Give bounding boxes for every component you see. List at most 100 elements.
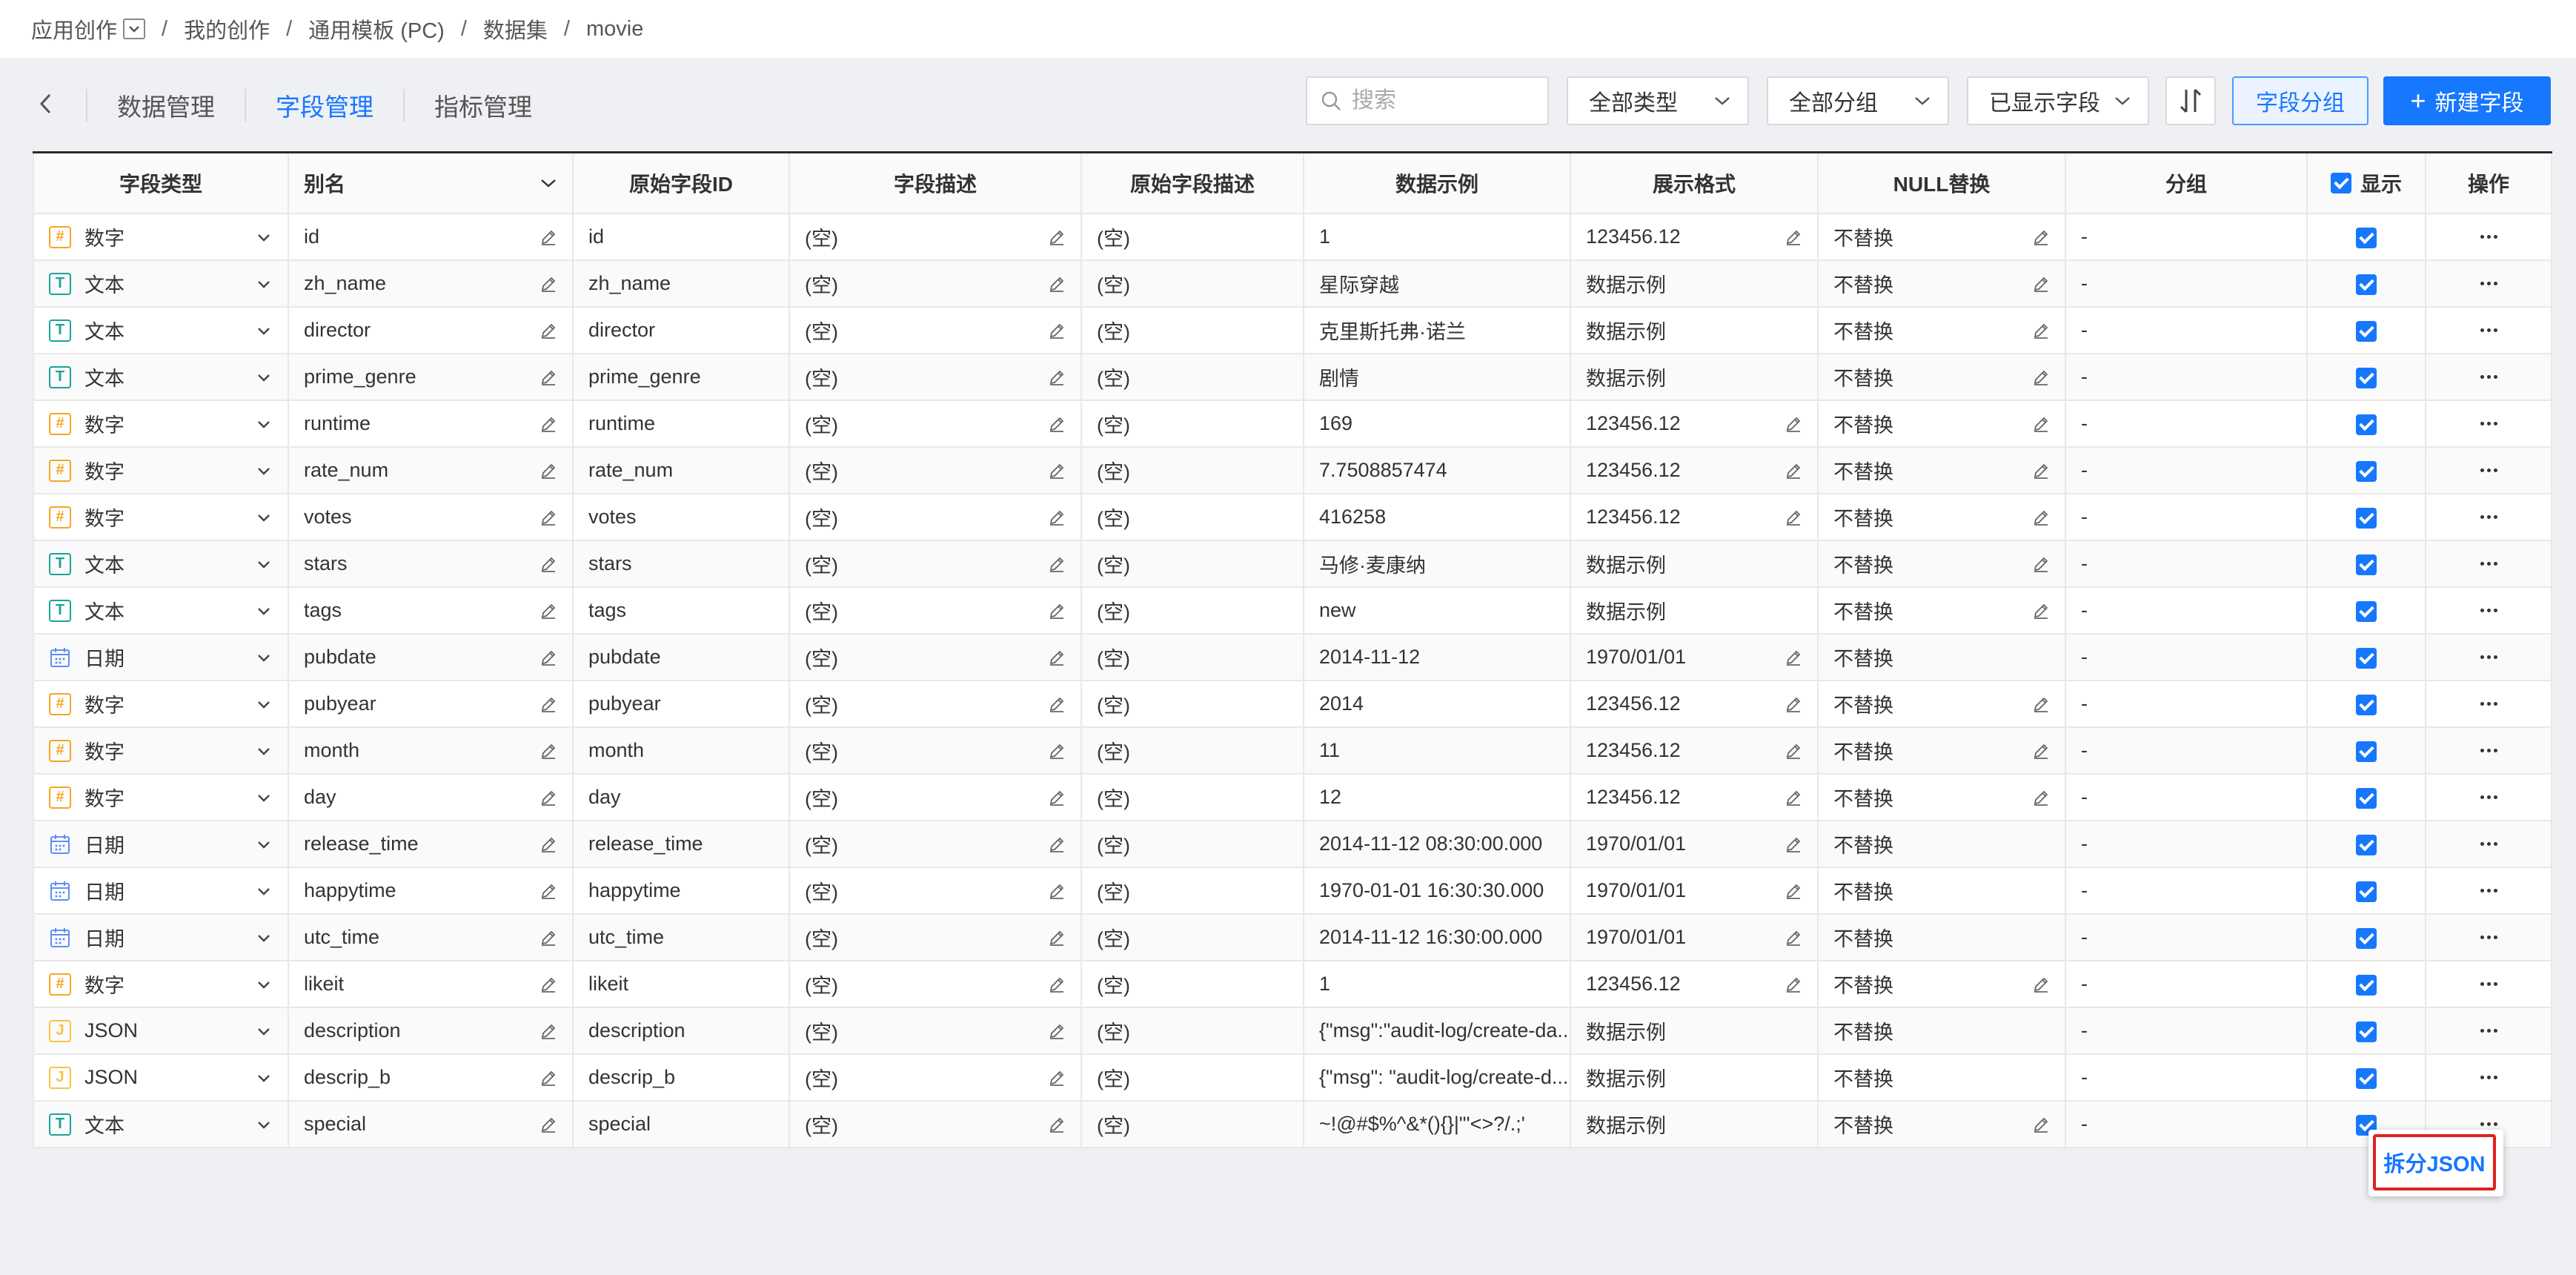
field-type-cell[interactable]: J JSON <box>33 1007 289 1055</box>
null-replace-cell[interactable]: 不替换 <box>1817 446 2066 494</box>
edit-pencil-icon[interactable] <box>1048 555 1066 573</box>
field-type-cell[interactable]: T 文本 <box>33 259 289 308</box>
field-type-cell[interactable]: T 文本 <box>33 306 289 354</box>
search-box[interactable] <box>1306 76 1549 125</box>
edit-pencil-icon[interactable] <box>540 228 557 246</box>
field-type-cell[interactable]: 日期 <box>33 867 289 915</box>
null-replace-cell[interactable]: 不替换 <box>1817 213 2066 261</box>
chevron-down-icon[interactable] <box>255 509 273 526</box>
chevron-down-icon[interactable] <box>255 322 273 340</box>
field-desc-cell[interactable]: (空) <box>789 867 1082 915</box>
edit-pencil-icon[interactable] <box>1048 275 1066 293</box>
edit-pencil-icon[interactable] <box>1048 368 1066 386</box>
edit-pencil-icon[interactable] <box>540 695 557 713</box>
more-icon[interactable] <box>2441 328 2536 332</box>
edit-pencil-icon[interactable] <box>1785 882 1802 900</box>
chevron-down-icon[interactable] <box>255 835 273 853</box>
field-desc-cell[interactable]: (空) <box>789 773 1082 821</box>
more-icon[interactable] <box>2441 842 2536 846</box>
chevron-down-icon[interactable] <box>255 555 273 573</box>
more-icon[interactable] <box>2441 515 2536 519</box>
search-input[interactable] <box>1350 87 1538 114</box>
field-type-cell[interactable]: # 数字 <box>33 773 289 821</box>
edit-pencil-icon[interactable] <box>540 275 557 293</box>
alias-cell[interactable]: zh_name <box>288 259 574 308</box>
column-header-alias[interactable]: 别名 <box>288 151 574 214</box>
display-checkbox[interactable] <box>2356 741 2377 762</box>
more-icon[interactable] <box>2441 889 2536 892</box>
more-icon[interactable] <box>2441 468 2536 472</box>
edit-pencil-icon[interactable] <box>540 649 557 666</box>
edit-pencil-icon[interactable] <box>1048 789 1066 807</box>
breadcrumb-template[interactable]: 通用模板 (PC) <box>308 13 445 44</box>
more-icon[interactable] <box>2441 375 2536 379</box>
display-format-cell[interactable]: 123456.12 <box>1570 446 1819 494</box>
edit-pencil-icon[interactable] <box>2032 602 2050 620</box>
field-group-button[interactable]: 字段分组 <box>2232 76 2368 125</box>
edit-pencil-icon[interactable] <box>1785 789 1802 807</box>
alias-cell[interactable]: pubdate <box>288 633 574 681</box>
chevron-down-icon[interactable] <box>540 177 557 189</box>
chevron-down-icon[interactable] <box>255 415 273 433</box>
edit-pencil-icon[interactable] <box>1785 509 1802 526</box>
field-desc-cell[interactable]: (空) <box>789 633 1082 681</box>
alias-cell[interactable]: day <box>288 773 574 821</box>
edit-pencil-icon[interactable] <box>1785 835 1802 853</box>
field-desc-cell[interactable]: (空) <box>789 680 1082 728</box>
null-replace-cell[interactable]: 不替换 <box>1817 960 2066 1008</box>
alias-cell[interactable]: votes <box>288 493 574 541</box>
edit-pencil-icon[interactable] <box>540 462 557 480</box>
chevron-down-icon[interactable] <box>255 1116 273 1133</box>
edit-pencil-icon[interactable] <box>1785 228 1802 246</box>
sort-button[interactable] <box>2165 76 2216 125</box>
null-replace-cell[interactable]: 不替换 <box>1817 306 2066 354</box>
null-replace-cell[interactable]: 不替换 <box>1817 726 2066 775</box>
edit-pencil-icon[interactable] <box>540 789 557 807</box>
field-desc-cell[interactable]: (空) <box>789 726 1082 775</box>
edit-pencil-icon[interactable] <box>540 509 557 526</box>
display-checkbox[interactable] <box>2356 274 2377 295</box>
field-type-cell[interactable]: T 文本 <box>33 1100 289 1148</box>
display-checkbox[interactable] <box>2356 227 2377 248</box>
null-replace-cell[interactable]: 不替换 <box>1817 680 2066 728</box>
display-checkbox[interactable] <box>2356 787 2377 809</box>
field-desc-cell[interactable]: (空) <box>789 400 1082 448</box>
alias-cell[interactable]: director <box>288 306 574 354</box>
edit-pencil-icon[interactable] <box>540 1069 557 1087</box>
edit-pencil-icon[interactable] <box>1785 415 1802 433</box>
field-desc-cell[interactable]: (空) <box>789 493 1082 541</box>
edit-pencil-icon[interactable] <box>540 1116 557 1133</box>
field-type-cell[interactable]: 日期 <box>33 633 289 681</box>
edit-pencil-icon[interactable] <box>540 602 557 620</box>
more-icon[interactable] <box>2441 935 2536 939</box>
tab-metric-management[interactable]: 指标管理 <box>434 87 532 123</box>
alias-cell[interactable]: description <box>288 1007 574 1055</box>
chevron-left-icon[interactable] <box>38 93 54 115</box>
display-checkbox[interactable] <box>2356 367 2377 388</box>
display-checkbox[interactable] <box>2356 460 2377 482</box>
field-type-cell[interactable]: # 数字 <box>33 726 289 775</box>
edit-pencil-icon[interactable] <box>1048 415 1066 433</box>
edit-pencil-icon[interactable] <box>1048 742 1066 760</box>
edit-pencil-icon[interactable] <box>540 742 557 760</box>
field-desc-cell[interactable]: (空) <box>789 820 1082 868</box>
chevron-down-icon[interactable] <box>255 649 273 666</box>
display-checkbox[interactable] <box>2356 414 2377 435</box>
display-format-cell[interactable]: 1970/01/01 <box>1570 820 1819 868</box>
field-desc-cell[interactable]: (空) <box>789 213 1082 261</box>
back-button[interactable] <box>31 89 61 119</box>
display-format-cell[interactable]: 123456.12 <box>1570 773 1819 821</box>
edit-pencil-icon[interactable] <box>540 555 557 573</box>
alias-cell[interactable]: prime_genre <box>288 353 574 401</box>
display-format-cell[interactable]: 123456.12 <box>1570 400 1819 448</box>
more-icon[interactable] <box>2441 982 2536 986</box>
field-desc-cell[interactable]: (空) <box>789 353 1082 401</box>
display-checkbox[interactable] <box>2356 1021 2377 1042</box>
breadcrumb-my-creations[interactable]: 我的创作 <box>184 13 270 44</box>
edit-pencil-icon[interactable] <box>2032 228 2050 246</box>
edit-pencil-icon[interactable] <box>1048 322 1066 340</box>
edit-pencil-icon[interactable] <box>1048 462 1066 480</box>
field-type-cell[interactable]: # 数字 <box>33 446 289 494</box>
null-replace-cell[interactable]: 不替换 <box>1817 1100 2066 1148</box>
edit-pencil-icon[interactable] <box>2032 1116 2050 1133</box>
